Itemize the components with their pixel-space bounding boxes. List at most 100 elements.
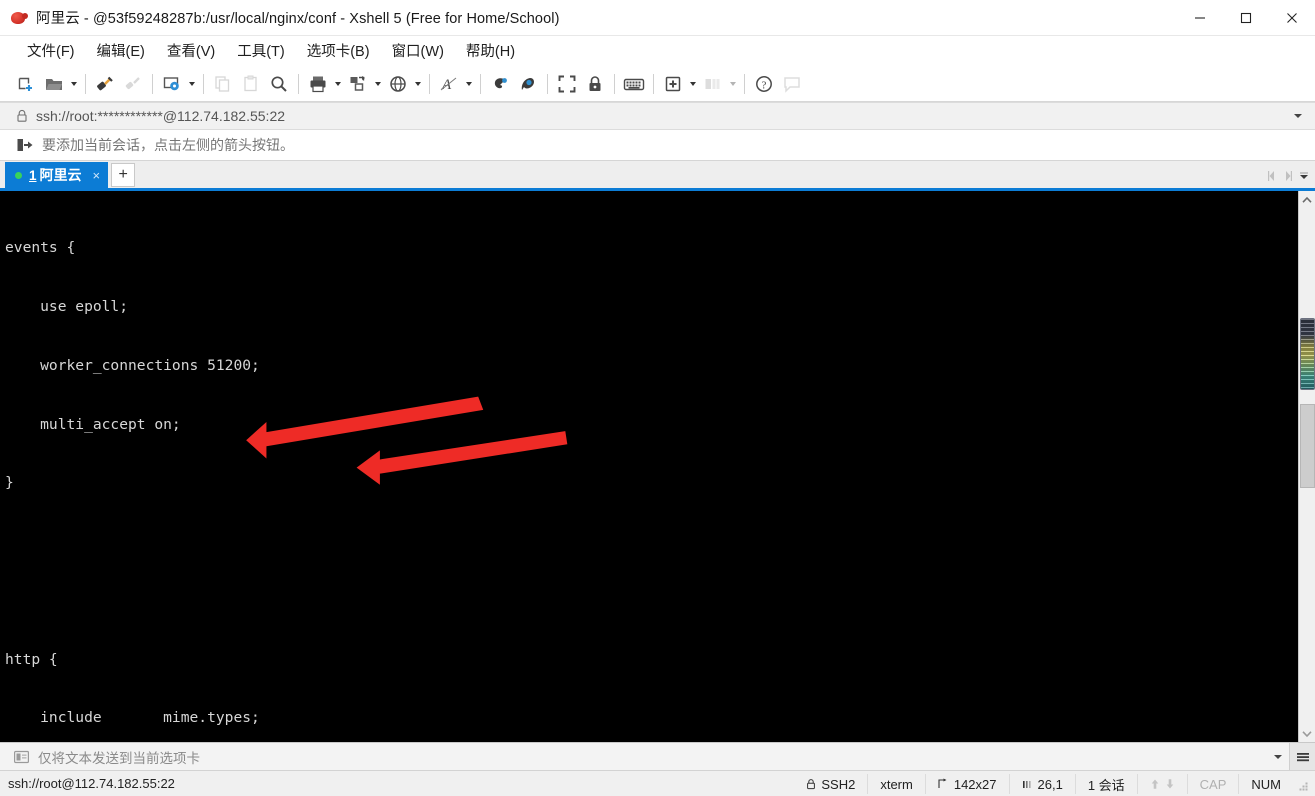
new-file-caret-icon[interactable] <box>687 72 699 96</box>
toolbar-divider <box>203 73 204 94</box>
scroll-down-icon[interactable] <box>1299 725 1315 742</box>
tab-label: 阿里云 <box>39 167 82 183</box>
new-session-icon[interactable] <box>12 70 40 98</box>
terminal-line: http { <box>5 650 58 668</box>
status-terminal-type-label: xterm <box>880 776 913 792</box>
open-folder-caret-icon[interactable] <box>68 72 80 96</box>
terminal-scrollbar[interactable] <box>1298 191 1315 742</box>
help-icon[interactable]: ? <box>750 70 778 98</box>
menu-tools[interactable]: 工具(T) <box>228 37 294 64</box>
chat-icon <box>778 70 806 98</box>
toolbar-divider <box>614 73 615 94</box>
send-to-tab-icon[interactable] <box>14 750 29 764</box>
address-bar[interactable]: ssh://root:************@112.74.182.55:22 <box>0 102 1315 130</box>
maximize-button[interactable] <box>1223 0 1269 36</box>
terminal-line: events { <box>5 239 76 257</box>
print-icon[interactable] <box>304 70 332 98</box>
tab-index: 1 <box>29 167 37 183</box>
menu-edit[interactable]: 编辑(E) <box>88 37 154 64</box>
screen-size-icon <box>938 778 947 788</box>
new-tab-button[interactable]: + <box>111 163 136 187</box>
status-bar: ssh://root@112.74.182.55:22 SSH2 xterm 1… <box>0 770 1315 796</box>
keyboard-icon[interactable] <box>620 70 648 98</box>
file-transfer-caret-icon[interactable] <box>372 72 384 96</box>
toolbar-divider <box>429 73 430 94</box>
address-dropdown-icon[interactable] <box>1291 109 1305 123</box>
download-arrow-icon <box>1166 779 1173 789</box>
cursor-pos-icon <box>1022 781 1031 788</box>
status-num-lock: NUM <box>1238 774 1293 794</box>
menu-bar: 文件(F) 编辑(E) 查看(V) 工具(T) 选项卡(B) 窗口(W) 帮助(… <box>0 36 1315 66</box>
highlight-icon[interactable] <box>514 70 542 98</box>
compose-bar-icon[interactable] <box>486 70 514 98</box>
tab-next-icon[interactable] <box>1281 168 1295 184</box>
find-icon[interactable] <box>265 70 293 98</box>
font-caret-icon[interactable] <box>463 72 475 96</box>
send-options-dropdown-icon[interactable] <box>1267 743 1289 771</box>
menu-view[interactable]: 查看(V) <box>158 37 224 64</box>
status-screen-size-label: 142x27 <box>953 776 997 792</box>
toolbar-divider <box>85 73 86 94</box>
toolbar: A <box>0 66 1315 102</box>
full-screen-icon[interactable] <box>553 70 581 98</box>
tab-status-dot <box>15 171 22 179</box>
session-properties-caret-icon[interactable] <box>186 72 198 96</box>
toolbar-divider <box>298 73 299 94</box>
connect-plug-icon[interactable] <box>91 70 119 98</box>
address-input[interactable]: ssh://root:************@112.74.182.55:22 <box>36 108 285 124</box>
send-bar-right <box>1267 743 1315 771</box>
scrollbar-thumb[interactable] <box>1299 318 1315 390</box>
globe-caret-icon[interactable] <box>412 72 424 96</box>
new-file-icon[interactable] <box>659 70 687 98</box>
globe-icon[interactable] <box>384 70 412 98</box>
toolbar-divider <box>653 73 654 94</box>
send-to-tab-bar: 仅将文本发送到当前选项卡 <box>0 742 1315 771</box>
menu-help[interactable]: 帮助(H) <box>457 37 524 64</box>
tab-aliyun[interactable]: 1 阿里云 × <box>5 162 109 188</box>
session-properties-icon[interactable] <box>158 70 186 98</box>
menu-window[interactable]: 窗口(W) <box>383 37 453 64</box>
tab-prev-icon[interactable] <box>1265 168 1279 184</box>
print-caret-icon[interactable] <box>332 72 344 96</box>
terminal-line: use epoll; <box>5 297 129 315</box>
disconnect-plug-icon <box>119 70 147 98</box>
scrollbar-track[interactable] <box>1299 208 1315 725</box>
font-icon[interactable]: A <box>435 70 463 98</box>
tab-list-icon[interactable] <box>1297 168 1311 184</box>
add-session-arrow-icon[interactable] <box>16 137 33 153</box>
send-bar-grip-icon[interactable] <box>1289 743 1315 771</box>
title-bar: 阿里云 - @53f59248287b:/usr/local/nginx/con… <box>0 0 1315 36</box>
xshell-icon <box>10 9 28 27</box>
status-caps-lock: CAP <box>1186 774 1239 794</box>
status-cursor-position: 26,1 <box>1008 774 1075 794</box>
resize-grip-icon[interactable] <box>1293 774 1311 794</box>
terminal-output[interactable]: events { use epoll; worker_connections 5… <box>0 191 1298 742</box>
svg-text:?: ? <box>762 79 767 91</box>
copy-icon <box>209 70 237 98</box>
menu-tab[interactable]: 选项卡(B) <box>298 37 379 64</box>
minimize-button[interactable] <box>1177 0 1223 36</box>
toolbar-divider <box>547 73 548 94</box>
paste-icon <box>237 70 265 98</box>
status-session-count: 1 会话 <box>1074 774 1137 794</box>
status-protocol-label: SSH2 <box>821 776 856 792</box>
status-transfer-indicators <box>1136 774 1187 794</box>
open-folder-icon[interactable] <box>40 70 68 98</box>
tab-close-icon[interactable]: × <box>91 169 103 182</box>
terminal-line: } <box>5 474 14 492</box>
lock-icon[interactable] <box>581 70 609 98</box>
upload-arrow-icon <box>1151 779 1158 789</box>
terminal-line: include mime.types; <box>5 709 260 727</box>
toolbar-divider <box>480 73 481 94</box>
close-button[interactable] <box>1269 0 1315 36</box>
menu-file[interactable]: 文件(F) <box>18 37 84 64</box>
status-indicators: SSH2 xterm 142x27 26,1 1 会话 CAP NUM <box>794 771 1311 796</box>
scrollbar-page-block[interactable] <box>1299 404 1315 488</box>
xshell-window: 阿里云 - @53f59248287b:/usr/local/nginx/con… <box>0 0 1315 796</box>
send-to-tab-text: 仅将文本发送到当前选项卡 <box>38 750 200 766</box>
toolbar-divider <box>152 73 153 94</box>
scroll-up-icon[interactable] <box>1299 191 1315 208</box>
terminal-area: events { use epoll; worker_connections 5… <box>0 188 1315 742</box>
file-transfer-icon[interactable] <box>344 70 372 98</box>
